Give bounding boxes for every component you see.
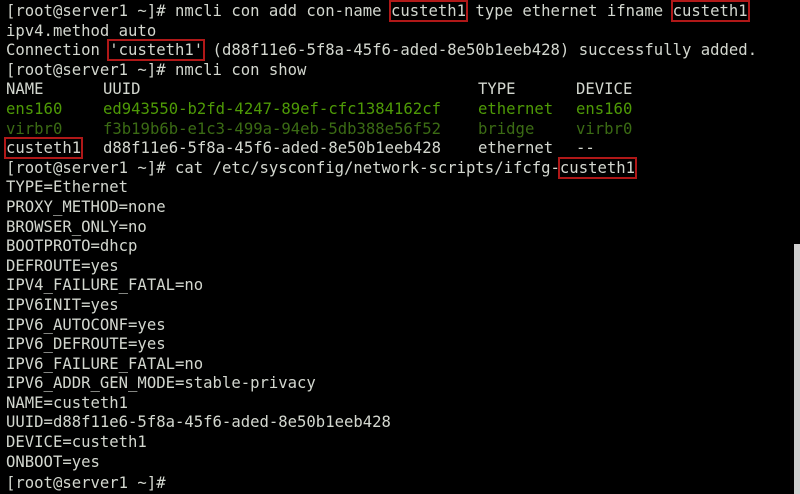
command-line-current[interactable]: [root@server1 ~]# — [6, 472, 800, 492]
shell-prompt: [root@server1 ~]# — [6, 474, 166, 493]
column-header-uuid: UUID — [103, 80, 141, 99]
cell-device: ens160 — [576, 99, 633, 118]
output-text: (d88f11e6-5f8a-45f6-aded-8e50b1eeb428) s… — [203, 41, 758, 60]
terminal-window[interactable]: [root@server1 ~]# nmcli con add con-name… — [0, 0, 800, 494]
table-row-custeth1: custeth1 d88f11e6-5f8a-45f6-aded-8e50b1ee… — [3, 137, 800, 160]
shell-prompt: [root@server1 ~]# — [6, 158, 166, 177]
ifcfg-line: ONBOOT=yes — [6, 452, 100, 471]
cell-device: -- — [576, 139, 595, 158]
table-row-ens160: ens160 ed943550-b2fd-4247-89ef-cfc1384162… — [6, 100, 800, 120]
command-line-nmcli-show: [root@server1 ~]# nmcli con show — [6, 61, 800, 81]
text-cursor — [166, 472, 175, 488]
cell-name: virbr0 — [6, 119, 63, 138]
cell-uuid: ed943550-b2fd-4247-89ef-cfc1384162cf — [103, 99, 441, 118]
command-line-cat-ifcfg: [root@server1 ~]# cat /etc/sysconfig/net… — [6, 156, 800, 179]
ifcfg-line: IPV6_DEFROUTE=yes — [6, 335, 166, 354]
command-text: nmcli con add con-name — [165, 2, 391, 20]
output-text: Connection — [6, 41, 110, 60]
column-header-type: TYPE — [478, 80, 516, 99]
cell-type: ethernet — [478, 139, 554, 158]
table-header-row: NAME UUID TYPE DEVICE — [6, 80, 800, 100]
ifcfg-line: IPV6_ADDR_GEN_MODE=stable-privacy — [6, 374, 316, 393]
command-text: cat /etc/sysconfig/network-scripts/ifcfg… — [165, 158, 560, 177]
command-line-nmcli-add: [root@server1 ~]# nmcli con add con-name… — [6, 0, 800, 22]
highlighted-ifname-arg: custeth1 — [670, 0, 750, 22]
column-header-device: DEVICE — [576, 80, 633, 99]
cell-device: virbr0 — [576, 119, 633, 138]
cell-uuid: f3b19b6b-e1c3-499a-94eb-5db388e56f52 — [103, 119, 441, 138]
ifcfg-line: UUID=d88f11e6-5f8a-45f6-aded-8e50b1eeb42… — [6, 413, 391, 432]
shell-prompt: [root@server1 ~]# — [6, 60, 166, 79]
table-row-virbr0: virbr0 f3b19b6b-e1c3-499a-94eb-5db388e56f… — [6, 120, 800, 140]
scrollbar[interactable] — [794, 244, 800, 494]
ifcfg-line: BOOTPROTO=dhcp — [6, 237, 138, 256]
command-text: type ethernet ifname — [466, 2, 673, 20]
ifcfg-line: DEFROUTE=yes — [6, 256, 119, 275]
output-connection-added: Connection 'custeth1' (d88f11e6-5f8a-45f… — [6, 39, 800, 62]
cell-type: ethernet — [478, 99, 554, 118]
ifcfg-line: NAME=custeth1 — [6, 393, 129, 412]
command-continuation: ipv4.method auto — [6, 21, 157, 40]
cell-type: bridge — [478, 119, 535, 138]
ifcfg-line: TYPE=Ethernet — [6, 178, 129, 197]
column-header-name: NAME — [6, 80, 44, 99]
highlighted-connection-name: 'custeth1' — [107, 39, 206, 62]
ifcfg-line: PROXY_METHOD=none — [6, 197, 166, 216]
cell-name: ens160 — [6, 99, 63, 118]
highlighted-ifcfg-filename: custeth1 — [557, 156, 638, 179]
cell-name-wrapper: custeth1 — [3, 137, 103, 160]
ifcfg-line: DEVICE=custeth1 — [6, 433, 147, 452]
ifcfg-line: IPV6_FAILURE_FATAL=no — [6, 354, 204, 373]
ifcfg-line: IPV6INIT=yes — [6, 295, 119, 314]
highlighted-con-name-arg: custeth1 — [388, 0, 469, 22]
cell-uuid: d88f11e6-5f8a-45f6-aded-8e50b1eeb428 — [103, 139, 441, 158]
highlighted-cell-name: custeth1 — [3, 137, 84, 160]
ifcfg-line: BROWSER_ONLY=no — [6, 217, 147, 236]
ifcfg-line: IPV6_AUTOCONF=yes — [6, 315, 166, 334]
command-text: nmcli con show — [165, 60, 307, 79]
ifcfg-line: IPV4_FAILURE_FATAL=no — [6, 276, 204, 295]
shell-prompt: [root@server1 ~]# — [6, 2, 166, 20]
